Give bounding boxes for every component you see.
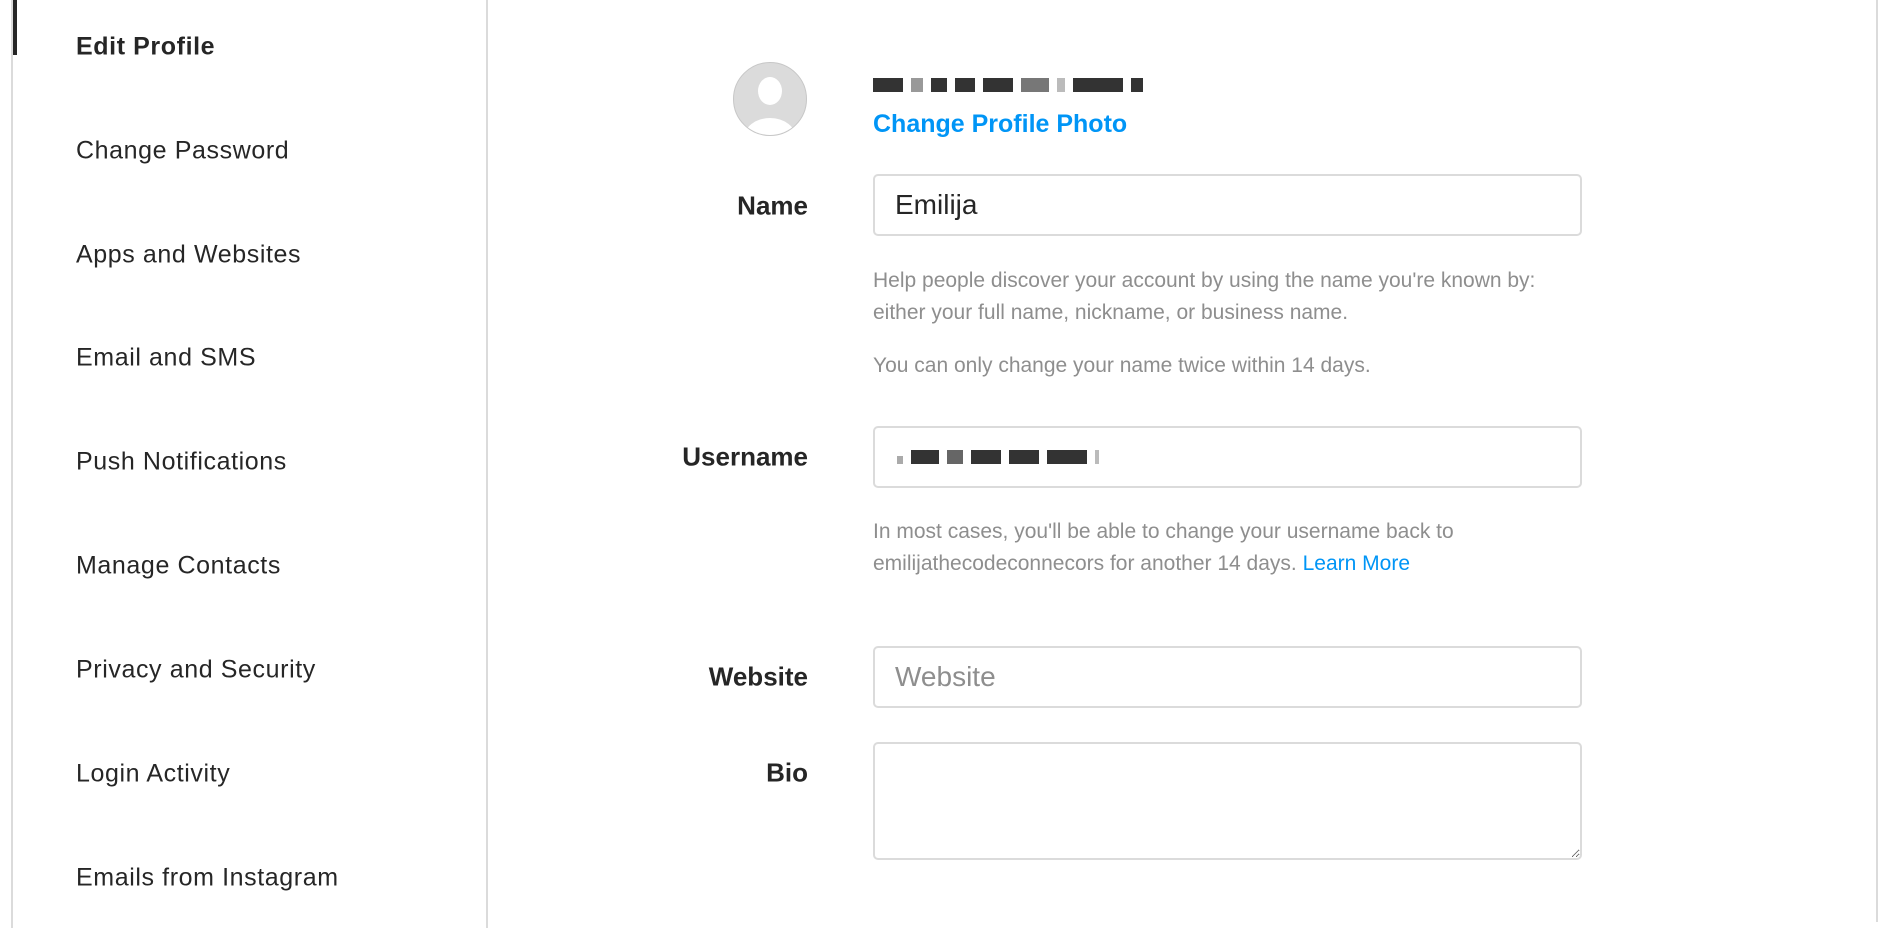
- website-label: Website: [708, 661, 808, 692]
- sidebar-item-change-password[interactable]: Change Password: [76, 137, 289, 166]
- website-input[interactable]: [873, 646, 1582, 708]
- sidebar-item-privacy-and-security[interactable]: Privacy and Security: [76, 656, 316, 685]
- settings-sidebar: Edit Profile Change Password Apps and We…: [11, 0, 488, 928]
- username-help-text: In most cases, you'll be able to change …: [873, 516, 1593, 580]
- username-input[interactable]: [873, 426, 1582, 488]
- username-display-redacted: [873, 78, 1143, 92]
- default-avatar-icon[interactable]: [733, 62, 807, 136]
- username-label: Username: [682, 441, 808, 472]
- content-border: [1876, 0, 1878, 922]
- name-change-limit-text: You can only change your name twice with…: [873, 354, 1371, 377]
- bio-textarea[interactable]: [873, 742, 1582, 860]
- sidebar-item-apps-and-websites[interactable]: Apps and Websites: [76, 241, 301, 270]
- sidebar-item-email-and-sms[interactable]: Email and SMS: [76, 344, 256, 373]
- name-label: Name: [737, 190, 808, 221]
- learn-more-link[interactable]: Learn More: [1303, 552, 1410, 575]
- change-profile-photo-link[interactable]: Change Profile Photo: [873, 110, 1127, 139]
- sidebar-item-manage-contacts[interactable]: Manage Contacts: [76, 552, 281, 581]
- sidebar-item-edit-profile[interactable]: Edit Profile: [76, 33, 215, 62]
- sidebar-item-emails-from-instagram[interactable]: Emails from Instagram: [76, 864, 339, 893]
- active-indicator: [13, 0, 17, 55]
- username-value-redacted: [897, 450, 1099, 464]
- bio-label: Bio: [766, 757, 808, 788]
- sidebar-item-push-notifications[interactable]: Push Notifications: [76, 448, 287, 477]
- sidebar-item-login-activity[interactable]: Login Activity: [76, 760, 230, 789]
- name-help-text: Help people discover your account by usi…: [873, 269, 1536, 324]
- name-input[interactable]: [873, 174, 1582, 236]
